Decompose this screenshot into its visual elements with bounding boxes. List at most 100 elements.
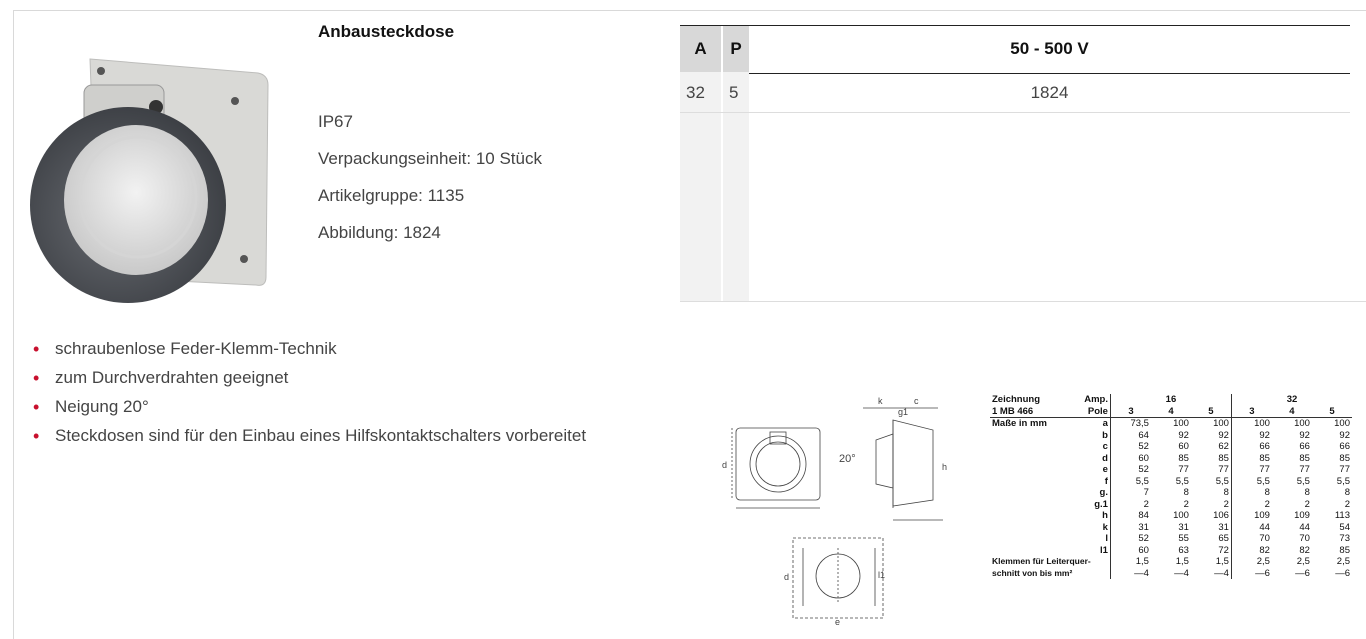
dimension-value: 82 bbox=[1299, 544, 1310, 556]
dimension-value: 44 bbox=[1230, 521, 1272, 533]
row-label bbox=[990, 487, 1070, 499]
dimension-value: 5,5 bbox=[1215, 475, 1229, 487]
row-label bbox=[990, 441, 1070, 453]
dimension-value: 84 bbox=[1109, 510, 1151, 522]
dimension-key: g.1 bbox=[1094, 498, 1108, 510]
product-title: Anbausteckdose bbox=[318, 22, 455, 41]
dimension-value: 60 bbox=[1178, 441, 1189, 452]
dimension-value: 52 bbox=[1109, 441, 1151, 453]
dimension-value: 52 bbox=[1109, 533, 1151, 545]
svg-text:e: e bbox=[835, 617, 840, 627]
info-packaging: Verpackungseinheit: 10 Stück bbox=[318, 149, 542, 168]
svg-text:g1: g1 bbox=[898, 407, 908, 417]
dimension-value: 5,5 bbox=[1296, 475, 1310, 487]
dimension-value: 31 bbox=[1218, 521, 1229, 533]
list-item: • Neigung 20° bbox=[33, 397, 149, 417]
dimension-key: l bbox=[1105, 533, 1108, 544]
row-label: Maße in mm bbox=[992, 418, 1047, 429]
dimension-value: 8 bbox=[1344, 487, 1350, 498]
dimension-value: 8 bbox=[1223, 487, 1229, 498]
cell-poles: 5 bbox=[729, 83, 739, 102]
row-label bbox=[990, 522, 1070, 534]
dimension-value: 64 bbox=[1109, 429, 1151, 441]
info-article-group: Artikelgruppe: 1135 bbox=[318, 186, 465, 205]
cell-amp: 32 bbox=[686, 83, 705, 102]
header-rule bbox=[749, 73, 1350, 74]
dimension-value: 92 bbox=[1218, 429, 1229, 441]
svg-text:k: k bbox=[878, 396, 883, 406]
dimension-value: 5,5 bbox=[1175, 475, 1189, 487]
list-item: • zum Durchverdrahten geeignet bbox=[33, 368, 289, 388]
dimension-value: 92 bbox=[1339, 429, 1350, 441]
info-protection: IP67 bbox=[318, 112, 353, 131]
header-a: A bbox=[680, 26, 721, 72]
row-label bbox=[990, 545, 1070, 557]
svg-text:20°: 20° bbox=[839, 453, 856, 465]
dimension-value: 2 bbox=[1344, 498, 1350, 510]
dimension-value: 60 bbox=[1109, 544, 1151, 556]
list-item: • schraubenlose Feder-Klemm-Technik bbox=[33, 339, 337, 359]
row-label bbox=[990, 499, 1070, 511]
row-label bbox=[990, 510, 1070, 522]
info-figure: Abbildung: 1824 bbox=[318, 223, 441, 242]
cell-figure-number: 1824 bbox=[1030, 83, 1069, 102]
dimension-value: 70 bbox=[1230, 533, 1272, 545]
row-label bbox=[990, 464, 1070, 476]
dimension-value: 100 bbox=[1230, 417, 1272, 430]
svg-text:h: h bbox=[942, 462, 947, 472]
table-row: Maße in mm a 73,5 100 100 100 100 100 bbox=[990, 417, 1352, 430]
dimension-value: 5,5 bbox=[1109, 475, 1151, 487]
dimension-value: 73,5 bbox=[1109, 417, 1151, 430]
svg-text:l1: l1 bbox=[878, 570, 885, 580]
table-row: Klemmen für Leiterquer- 1,5 1,5 1,5 2,5 … bbox=[992, 556, 1350, 568]
dimension-value: 7 bbox=[1109, 487, 1151, 499]
dimension-value: 2 bbox=[1223, 498, 1229, 510]
dimension-value: 82 bbox=[1230, 544, 1272, 556]
row-label bbox=[990, 476, 1070, 488]
dimension-value: 113 bbox=[1334, 510, 1350, 521]
feature-list: • schraubenlose Feder-Klemm-Technik • zum … bbox=[33, 337, 653, 453]
row-rule bbox=[680, 112, 1350, 113]
dimension-key: d bbox=[1102, 452, 1108, 464]
dimension-value: 66 bbox=[1299, 441, 1310, 452]
dimension-value: 8 bbox=[1304, 487, 1310, 498]
dimension-value: 54 bbox=[1339, 521, 1350, 533]
table-row: k 31 31 31 44 44 54 bbox=[990, 521, 1352, 534]
dimension-value: 77 bbox=[1218, 464, 1229, 475]
dimension-key: g. bbox=[1099, 487, 1108, 498]
dimension-value: 85 bbox=[1339, 452, 1350, 464]
product-image bbox=[30, 58, 269, 303]
table-row: l 52 55 65 70 70 73 bbox=[990, 533, 1352, 545]
dimension-value: 60 bbox=[1109, 452, 1151, 464]
dimension-value: 100 bbox=[1173, 418, 1189, 429]
table-row: 1 MB 466 Pole 3 4 5 3 4 5 bbox=[990, 405, 1352, 418]
header-voltage: 50 - 500 V bbox=[1010, 39, 1089, 58]
header-p: P bbox=[723, 26, 749, 72]
dimension-value: 2 bbox=[1304, 498, 1310, 510]
dimension-value: 77 bbox=[1299, 464, 1310, 475]
dimension-value: 62 bbox=[1218, 441, 1229, 452]
dimension-value: 100 bbox=[1213, 418, 1229, 429]
dimension-key: e bbox=[1102, 464, 1108, 475]
dimension-value: 66 bbox=[1339, 441, 1350, 452]
dimension-key: f bbox=[1104, 475, 1108, 487]
dimension-value: 77 bbox=[1178, 464, 1189, 475]
dimensions-table: Zeichnung Amp. 16 32 1 MB 466 Pole 3 4 5… bbox=[990, 394, 1352, 579]
dimension-value: 66 bbox=[1230, 441, 1272, 453]
table-row: d 60 85 85 85 85 85 bbox=[990, 452, 1352, 464]
dimension-value: 73 bbox=[1339, 533, 1350, 544]
dimension-key: l1 bbox=[1100, 544, 1108, 556]
dimension-value: 109 bbox=[1230, 510, 1272, 522]
dimension-key: h bbox=[1102, 510, 1108, 521]
dimension-key: c bbox=[1102, 441, 1108, 452]
table-row: l1 60 63 72 82 82 85 bbox=[990, 544, 1352, 557]
dimension-value: 55 bbox=[1178, 533, 1189, 544]
svg-text:c: c bbox=[914, 396, 919, 406]
svg-text:d: d bbox=[722, 460, 727, 470]
dimension-value: 100 bbox=[1294, 418, 1310, 429]
table-row: Zeichnung Amp. 16 32 bbox=[990, 394, 1352, 406]
dimension-value: 109 bbox=[1294, 510, 1310, 521]
dimension-key: a bbox=[1102, 418, 1108, 429]
dimension-value: 106 bbox=[1213, 510, 1229, 521]
dimension-value: 77 bbox=[1339, 464, 1350, 475]
